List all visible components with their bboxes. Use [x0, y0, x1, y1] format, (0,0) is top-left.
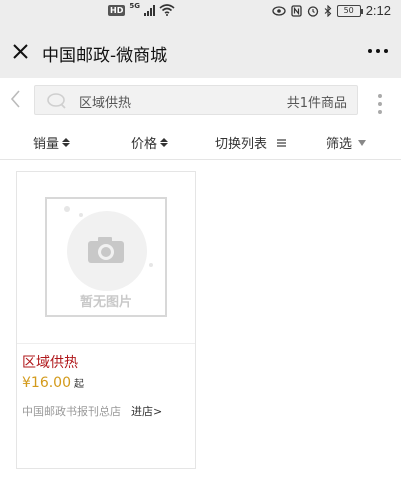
- more-options-button[interactable]: [368, 49, 388, 53]
- price-suffix: 起: [74, 379, 84, 390]
- filter-icon: [358, 139, 367, 146]
- no-image-text: 暂无图片: [79, 295, 132, 310]
- nfc-icon: [291, 4, 302, 17]
- back-chevron-icon[interactable]: [8, 88, 24, 110]
- enter-shop-link[interactable]: 进店>: [131, 403, 162, 419]
- battery-icon: 50: [336, 4, 363, 17]
- sort-sales-label: 销量: [33, 137, 60, 152]
- search-box[interactable]: 区域供热 共1件商品: [34, 85, 358, 115]
- wifi-icon: [159, 4, 175, 16]
- toggle-list-label: 切换列表: [215, 137, 268, 152]
- filter-label: 筛选: [326, 137, 353, 152]
- bluetooth-icon: [324, 4, 331, 17]
- network-type: 5G: [129, 2, 140, 10]
- search-row: 区域供热 共1件商品: [0, 78, 401, 124]
- toggle-list-view[interactable]: 切换列表: [215, 133, 287, 152]
- shop-name: 中国邮政书报刊总店: [22, 405, 121, 418]
- filter-button[interactable]: 筛选: [326, 133, 367, 152]
- sort-arrows-icon: [62, 138, 71, 147]
- product-grid: 暂无图片 区域供热 ¥16.00 起 中国邮政书报刊总店 进店>: [0, 161, 401, 481]
- product-price: ¥16.00: [22, 375, 71, 391]
- shop-row: 中国邮政书报刊总店 进店>: [22, 403, 162, 419]
- list-view-icon: [277, 138, 287, 147]
- sort-price[interactable]: 价格: [131, 133, 169, 152]
- status-right: 50 2:12: [272, 3, 391, 18]
- alarm-icon: [307, 5, 318, 17]
- image-placeholder: 暂无图片: [45, 197, 167, 317]
- product-name[interactable]: 区域供热: [22, 352, 78, 372]
- signal-icon: [143, 4, 155, 16]
- sort-sales[interactable]: 销量: [33, 133, 71, 152]
- product-image: 暂无图片: [17, 172, 195, 344]
- sort-arrows-icon: [160, 138, 169, 147]
- page-title: 中国邮政-微商城: [42, 46, 168, 66]
- result-count: 共1件商品: [286, 96, 347, 111]
- search-input[interactable]: 区域供热: [79, 92, 259, 111]
- close-icon[interactable]: [12, 43, 29, 60]
- sort-price-label: 价格: [131, 137, 158, 152]
- eye-icon: [272, 5, 286, 16]
- hd-badge: HD: [108, 4, 126, 16]
- camera-icon: [88, 237, 124, 263]
- search-icon: [47, 93, 66, 109]
- overflow-menu-button[interactable]: [378, 94, 382, 114]
- status-left: HD 5G: [108, 2, 175, 16]
- status-bar: HD 5G 50 2:12: [0, 0, 401, 24]
- product-card[interactable]: 暂无图片 区域供热 ¥16.00 起 中国邮政书报刊总店 进店>: [16, 171, 196, 469]
- product-price-row: ¥16.00 起: [22, 375, 84, 391]
- title-bar: 中国邮政-微商城: [0, 24, 401, 78]
- clock: 2:12: [365, 3, 391, 18]
- sort-bar: 销量 价格 切换列表 筛选: [0, 124, 401, 160]
